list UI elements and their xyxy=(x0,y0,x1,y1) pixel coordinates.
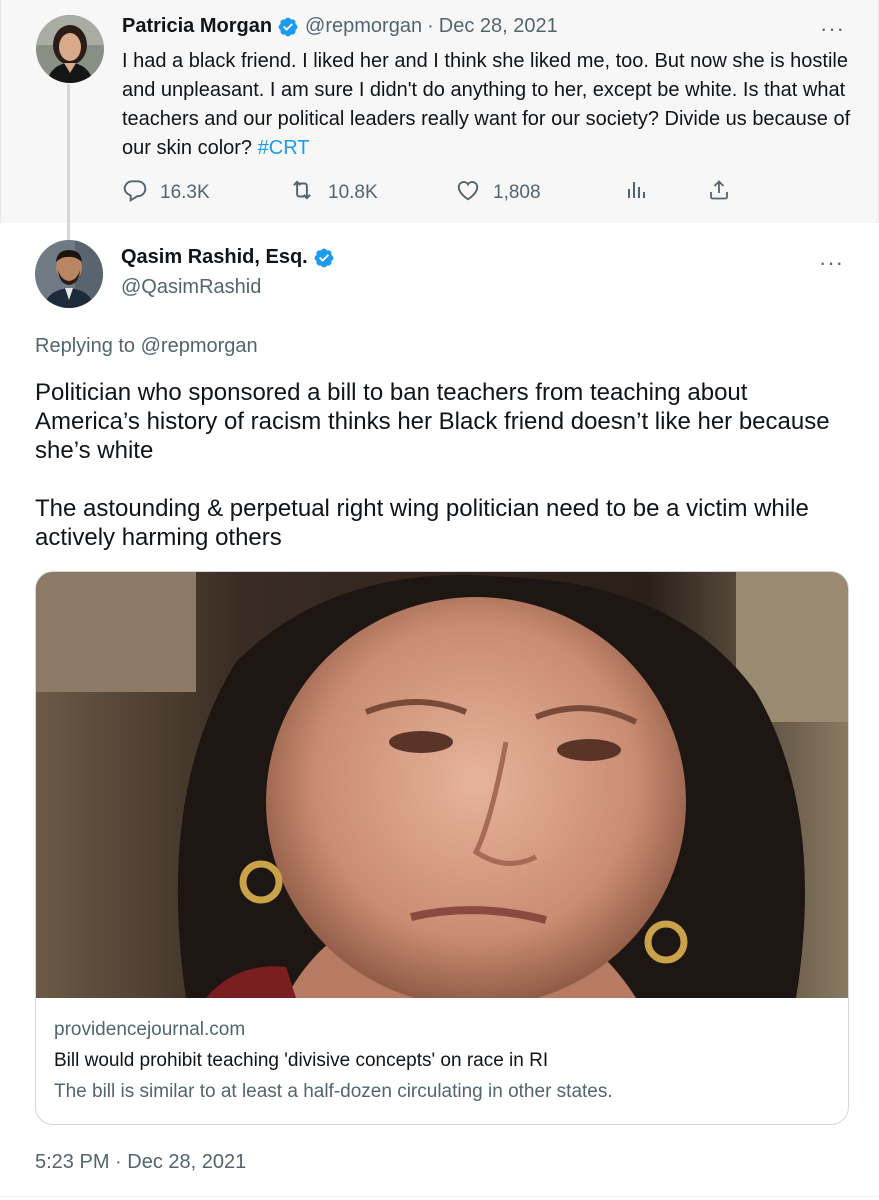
replying-to: Replying to @repmorgan xyxy=(35,335,258,358)
verified-badge-icon xyxy=(277,16,299,38)
replying-to-label: Replying to xyxy=(35,335,141,357)
verified-badge-icon xyxy=(313,247,335,269)
parent-tweet[interactable]: Patricia Morgan @repmorgan · Dec 28, 202… xyxy=(0,0,879,223)
replying-to-handle-link[interactable]: @repmorgan xyxy=(141,335,258,357)
more-options-icon[interactable]: ··· xyxy=(820,18,845,40)
author-name[interactable]: Patricia Morgan xyxy=(122,15,272,38)
avatar-qasim-rashid[interactable] xyxy=(35,240,103,308)
tweet-timestamp[interactable]: 5:23 PM · Dec 28, 2021 xyxy=(35,1151,246,1174)
like-button[interactable]: 1,808 xyxy=(455,177,541,209)
retweet-icon xyxy=(288,177,328,209)
more-options-icon[interactable]: ··· xyxy=(819,252,844,274)
thread-connector-line xyxy=(67,84,70,241)
tweet-text-body: I had a black friend. I liked her and I … xyxy=(122,50,851,159)
reply-icon xyxy=(122,177,160,209)
tweet-text: I had a black friend. I liked her and I … xyxy=(122,47,852,163)
link-preview-image xyxy=(36,572,848,1007)
reply-count: 16.3K xyxy=(160,182,210,203)
tweet-date[interactable]: Dec 28, 2021 xyxy=(439,15,558,38)
divider xyxy=(0,1196,879,1197)
link-preview-card[interactable]: providencejournal.com Bill would prohibi… xyxy=(35,571,849,1125)
author-handle[interactable]: @repmorgan xyxy=(305,15,422,38)
tweet-paragraph: Politician who sponsored a bill to ban t… xyxy=(35,379,830,464)
hashtag-link[interactable]: #CRT xyxy=(258,137,310,159)
separator: · xyxy=(427,15,434,37)
like-count: 1,808 xyxy=(493,182,541,203)
card-title: Bill would prohibit teaching 'divisive c… xyxy=(54,1050,549,1071)
views-button[interactable] xyxy=(625,177,661,209)
reply-button[interactable]: 16.3K xyxy=(122,177,210,209)
tweet-actions: 16.3K 10.8K 1,808 xyxy=(122,177,822,211)
retweet-button[interactable]: 10.8K xyxy=(288,177,378,209)
analytics-icon xyxy=(625,177,661,209)
retweet-count: 10.8K xyxy=(328,182,378,203)
avatar-patricia-morgan[interactable] xyxy=(36,15,104,83)
card-domain: providencejournal.com xyxy=(54,1019,246,1040)
card-description: The bill is similar to at least a half-d… xyxy=(54,1081,613,1102)
author-name[interactable]: Qasim Rashid, Esq. xyxy=(121,246,308,269)
heart-icon xyxy=(455,177,493,209)
share-icon xyxy=(707,177,743,209)
tweet-text: Politician who sponsored a bill to ban t… xyxy=(35,378,845,552)
tweet-paragraph: The astounding & perpetual right wing po… xyxy=(35,495,809,551)
share-button[interactable] xyxy=(707,177,743,209)
author-handle[interactable]: @QasimRashid xyxy=(121,276,261,299)
